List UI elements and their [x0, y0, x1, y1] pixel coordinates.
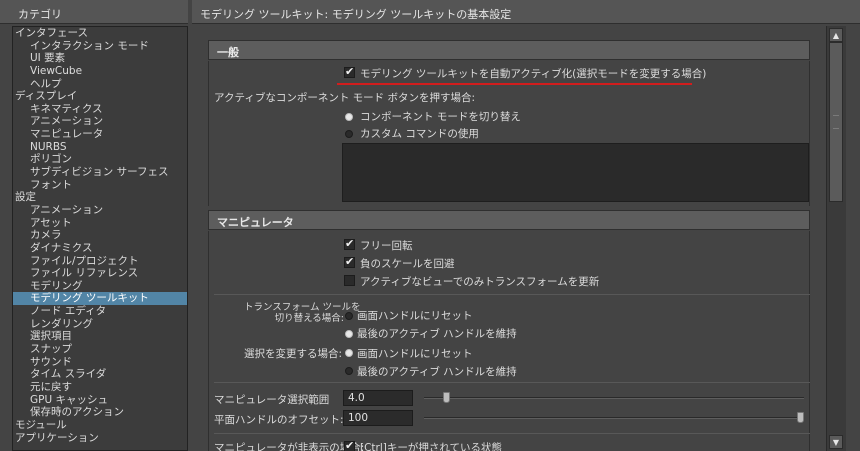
plane-handle-offset-slider-track[interactable] — [424, 417, 804, 419]
ctrl-pressed-checkbox[interactable] — [344, 439, 355, 451]
category-item[interactable]: ダイナミクス — [13, 242, 187, 255]
category-panel-header: カテゴリ — [0, 0, 188, 24]
component-mode-prompt: アクティブなコンポーネント モード ボタンを押す場合: — [214, 92, 476, 104]
category-item[interactable]: 元に戻す — [13, 381, 187, 394]
section-header-manipulator[interactable]: マニピュレータ — [208, 210, 810, 230]
plane-handle-offset-label: 平面ハンドルのオフセット: — [214, 414, 344, 426]
category-header-label: カテゴリ — [18, 8, 62, 21]
selection-range-slider-track[interactable] — [424, 397, 804, 399]
category-item[interactable]: ノード エディタ — [13, 305, 187, 318]
selection-reset-label[interactable]: 画面ハンドルにリセット — [357, 346, 473, 361]
radio-custom-command-label[interactable]: カスタム コマンドの使用 — [360, 126, 479, 141]
selection-keep-radio[interactable] — [345, 367, 353, 375]
category-item[interactable]: サブディビジョン サーフェス — [13, 166, 187, 179]
selection-keep-label[interactable]: 最後のアクティブ ハンドルを維持 — [357, 364, 517, 379]
active-view-only-checkbox[interactable] — [344, 275, 355, 286]
plane-handle-offset-field[interactable]: 100 — [343, 410, 413, 426]
scroll-down-icon[interactable]: ▼ — [829, 435, 843, 449]
category-item[interactable]: ViewCube — [13, 65, 187, 78]
switch-reset-label[interactable]: 画面ハンドルにリセット — [357, 308, 473, 323]
change-selection-label: 選択を変更する場合: — [243, 348, 342, 360]
category-group[interactable]: 設定 — [13, 191, 187, 204]
divider — [214, 382, 810, 383]
section-title-general: 一般 — [217, 46, 239, 59]
category-group[interactable]: モジュール — [13, 419, 187, 432]
switch-reset-radio[interactable] — [345, 312, 353, 320]
category-item[interactable]: NURBS — [13, 141, 187, 154]
category-item[interactable]: GPU キャッシュ — [13, 394, 187, 407]
settings-panel-header: モデリング ツールキット: モデリング ツールキットの基本設定 — [192, 0, 860, 24]
plane-handle-offset-slider-thumb[interactable] — [797, 412, 804, 423]
category-item[interactable]: 選択項目 — [13, 330, 187, 343]
category-list[interactable]: インタフェース インタラクション モード UI 要素 ViewCube ヘルプ ディスプレ… — [12, 26, 188, 451]
category-group[interactable]: インタフェース — [13, 27, 187, 40]
switch-transform-label: トランスフォーム ツールを 切り替える場合: — [244, 302, 361, 324]
category-item[interactable]: モデリング — [13, 280, 187, 293]
category-item[interactable]: キネマティクス — [13, 103, 187, 116]
scroll-up-icon[interactable]: ▲ — [829, 28, 843, 42]
switch-transform-label-line2: 切り替える場合: — [274, 313, 344, 324]
switch-transform-label-line1: トランスフォーム ツールを — [244, 302, 361, 313]
selection-range-slider-thumb[interactable] — [442, 392, 450, 403]
category-item[interactable]: サウンド — [13, 356, 187, 369]
category-item[interactable]: ヘルプ — [13, 78, 187, 91]
settings-content: 一般 モデリング ツールキットを自動アクティブ化(選択モードを変更する場合) ア… — [192, 26, 820, 451]
switch-keep-radio[interactable] — [345, 330, 353, 338]
divider — [214, 433, 810, 434]
section-title-manipulator: マニピュレータ — [217, 216, 294, 229]
category-item[interactable]: ファイル/プロジェクト — [13, 255, 187, 268]
radio-toggle-component-mode-label[interactable]: コンポーネント モードを切り替え — [360, 109, 521, 124]
category-item[interactable]: カメラ — [13, 229, 187, 242]
category-item[interactable]: マニピュレータ — [13, 128, 187, 141]
switch-keep-label[interactable]: 最後のアクティブ ハンドルを維持 — [357, 326, 517, 341]
avoid-negative-scale-checkbox[interactable] — [344, 255, 355, 268]
category-item[interactable]: スナップ — [13, 343, 187, 356]
section-header-general[interactable]: 一般 — [208, 40, 810, 60]
selection-range-field[interactable]: 4.0 — [343, 390, 413, 406]
ctrl-pressed-label[interactable]: [Ctrl]キーが押されている状態 — [360, 440, 502, 451]
category-item[interactable]: タイム スライダ — [13, 368, 187, 381]
category-item[interactable]: 保存時のアクション — [13, 406, 187, 419]
selection-range-label: マニピュレータ選択範囲 — [214, 394, 330, 406]
avoid-negative-scale-label[interactable]: 負のスケールを回避 — [360, 256, 455, 271]
category-item[interactable]: アニメーション — [13, 204, 187, 217]
active-view-only-label[interactable]: アクティブなビューでのみトランスフォームを更新 — [360, 274, 599, 289]
auto-activate-label[interactable]: モデリング ツールキットを自動アクティブ化(選択モードを変更する場合) — [360, 66, 706, 81]
divider — [214, 294, 810, 295]
custom-command-textarea[interactable] — [342, 143, 809, 202]
highlight-underline — [337, 83, 692, 85]
selection-reset-radio[interactable] — [345, 349, 353, 357]
category-item[interactable]: アニメーション — [13, 115, 187, 128]
grip-icon — [833, 115, 839, 129]
hidden-manipulator-label: マニピュレータが非表示の場合: — [214, 442, 365, 451]
radio-custom-command[interactable] — [345, 130, 353, 138]
radio-toggle-component-mode[interactable] — [345, 113, 353, 121]
auto-activate-checkbox[interactable] — [344, 65, 355, 78]
vertical-scrollbar[interactable]: ▲ ▼ — [826, 26, 846, 451]
category-item[interactable]: モデリング ツールキット — [13, 292, 187, 306]
category-item[interactable]: フォント — [13, 179, 187, 192]
category-item[interactable]: アセット — [13, 217, 187, 230]
category-item[interactable]: ポリゴン — [13, 153, 187, 166]
category-item[interactable]: UI 要素 — [13, 52, 187, 65]
free-rotate-label[interactable]: フリー回転 — [360, 238, 413, 253]
scrollbar-thumb[interactable] — [829, 42, 843, 202]
category-group[interactable]: ディスプレイ — [13, 90, 187, 103]
category-group[interactable]: アプリケーション — [13, 432, 187, 445]
window-edge — [846, 26, 860, 451]
free-rotate-checkbox[interactable] — [344, 237, 355, 250]
category-item[interactable]: インタラクション モード — [13, 40, 187, 53]
settings-header-title: モデリング ツールキット: モデリング ツールキットの基本設定 — [200, 8, 512, 21]
category-item[interactable]: レンダリング — [13, 318, 187, 331]
category-item[interactable]: ファイル リファレンス — [13, 267, 187, 280]
